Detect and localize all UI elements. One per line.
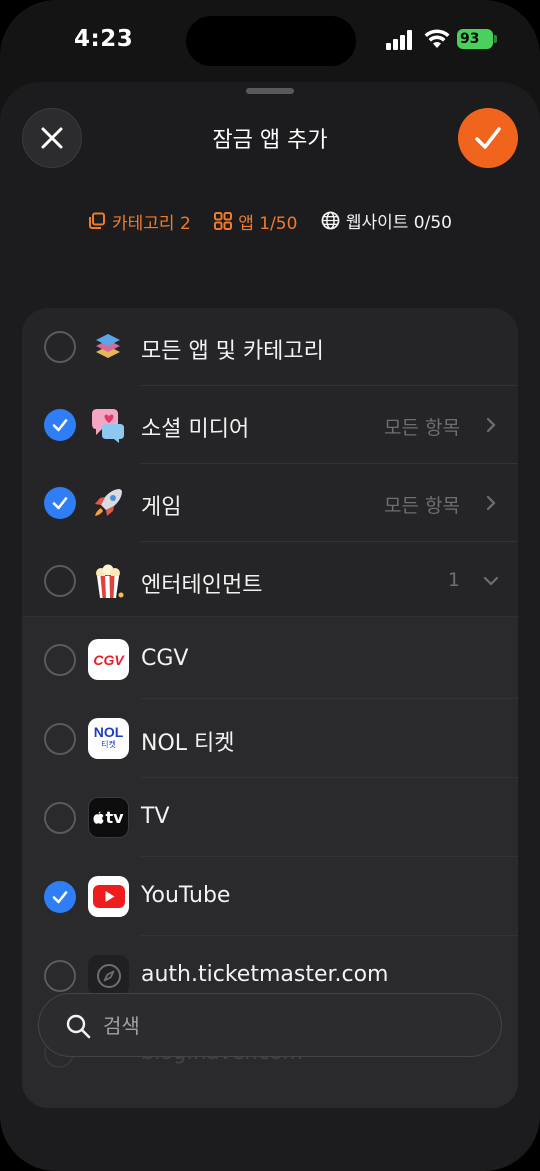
divider xyxy=(22,616,518,617)
radio-unchecked[interactable] xyxy=(44,331,76,363)
chevron-right-icon xyxy=(486,495,496,511)
list-item-label: 엔터테인먼트 xyxy=(141,573,263,598)
divider xyxy=(141,698,518,699)
globe-icon xyxy=(321,211,340,230)
dynamic-island xyxy=(186,16,356,66)
speech-bubble-heart-icon xyxy=(92,409,124,443)
list-item-entertainment[interactable]: 엔터테인먼트 1 xyxy=(22,542,518,620)
status-bar: 4:23 93 xyxy=(0,0,540,80)
checkmark-icon xyxy=(52,891,68,904)
list-item-label: YouTube xyxy=(141,883,231,908)
youtube-app-icon xyxy=(88,876,129,917)
apps-grid-icon xyxy=(214,212,233,230)
list-item-nol-ticket[interactable]: NOL 티켓 NOL 티켓 xyxy=(22,700,518,778)
apple-logo-icon xyxy=(93,811,105,824)
list-item-games[interactable]: 게임 모든 항목 xyxy=(22,464,518,542)
list-item-count: 1 xyxy=(447,569,460,591)
summary-apps-text: 앱 1/50 xyxy=(238,213,298,234)
radio-unchecked[interactable] xyxy=(44,723,76,755)
list-item-meta: 모든 항목 xyxy=(384,495,460,517)
cgv-app-icon: CGV xyxy=(88,639,129,680)
checkmark-icon xyxy=(52,497,68,510)
summary-websites[interactable]: 웹사이트 0/50 xyxy=(321,208,452,233)
list-item-cgv[interactable]: CGV CGV xyxy=(22,621,518,699)
divider xyxy=(141,777,518,778)
phone-screen: 4:23 93 잠금 앱 추가 카테고리 2 앱 1/50 웹사이트 0/50 … xyxy=(0,0,540,1171)
stack-layers-icon xyxy=(96,334,120,358)
radio-checked[interactable] xyxy=(44,487,76,519)
summary-websites-text: 웹사이트 0/50 xyxy=(345,213,452,233)
radio-unchecked[interactable] xyxy=(44,644,76,676)
search-input[interactable] xyxy=(101,1006,485,1046)
cgv-logo-text: CGV xyxy=(93,651,124,668)
add-locked-apps-sheet: 잠금 앱 추가 카테고리 2 앱 1/50 웹사이트 0/50 모든 앱 및 카… xyxy=(0,82,540,1171)
rocket-icon xyxy=(95,489,122,516)
summary-categories[interactable]: 카테고리 2 xyxy=(88,209,191,234)
radio-checked[interactable] xyxy=(44,881,76,913)
list-item-label: auth.ticketmaster.com xyxy=(141,962,389,987)
summary-apps[interactable]: 앱 1/50 xyxy=(214,209,297,234)
sheet-grabber[interactable] xyxy=(246,88,294,94)
list-item-label: 모든 앱 및 카테고리 xyxy=(141,339,324,364)
list-item-youtube[interactable]: YouTube xyxy=(22,858,518,936)
selection-summary: 카테고리 2 앱 1/50 웹사이트 0/50 xyxy=(0,208,540,235)
website-favicon xyxy=(88,955,129,996)
divider xyxy=(141,856,518,857)
categories-icon xyxy=(89,212,106,229)
chevron-right-icon xyxy=(486,417,496,433)
nol-ticket-app-icon: NOL 티켓 xyxy=(88,718,129,759)
list-item-label: NOL 티켓 xyxy=(141,731,235,756)
radio-unchecked[interactable] xyxy=(44,802,76,834)
list-item-all-apps[interactable]: 모든 앱 및 카테고리 xyxy=(22,308,518,386)
nol-logo-sub: 티켓 xyxy=(101,740,116,749)
youtube-play-icon xyxy=(92,885,125,908)
radio-unchecked[interactable] xyxy=(44,565,76,597)
summary-categories-text: 카테고리 2 xyxy=(112,213,191,234)
chevron-down-icon xyxy=(483,576,499,586)
list-item-label: TV xyxy=(141,804,170,829)
battery-icon: 93 xyxy=(457,29,497,49)
list-item-label: 소셜 미디어 xyxy=(141,417,250,442)
checkmark-icon xyxy=(475,127,501,149)
list-item-label: 게임 xyxy=(141,495,182,520)
list-item-meta: 모든 항목 xyxy=(384,417,460,439)
confirm-button[interactable] xyxy=(458,108,518,168)
radio-checked[interactable] xyxy=(44,409,76,441)
apple-tv-app-icon: tv xyxy=(88,797,129,838)
app-category-list: 모든 앱 및 카테고리 소셜 미디어 모든 항목 게임 모든 항목 엔터테인먼트… xyxy=(22,308,518,1108)
tv-logo-text: tv xyxy=(105,808,124,827)
search-bar[interactable] xyxy=(38,993,502,1057)
list-item-social-media[interactable]: 소셜 미디어 모든 항목 xyxy=(22,386,518,464)
search-icon xyxy=(66,1014,91,1039)
list-item-tv[interactable]: tv TV xyxy=(22,779,518,857)
radio-unchecked[interactable] xyxy=(44,960,76,992)
compass-icon xyxy=(96,963,121,988)
status-time: 4:23 xyxy=(74,26,134,52)
list-item-label: CGV xyxy=(141,646,189,671)
checkmark-icon xyxy=(52,419,68,432)
popcorn-icon xyxy=(96,564,124,598)
wifi-icon xyxy=(424,29,450,48)
nol-logo-text: NOL xyxy=(93,724,124,740)
divider xyxy=(141,935,518,936)
cellular-signal-icon xyxy=(386,30,412,50)
